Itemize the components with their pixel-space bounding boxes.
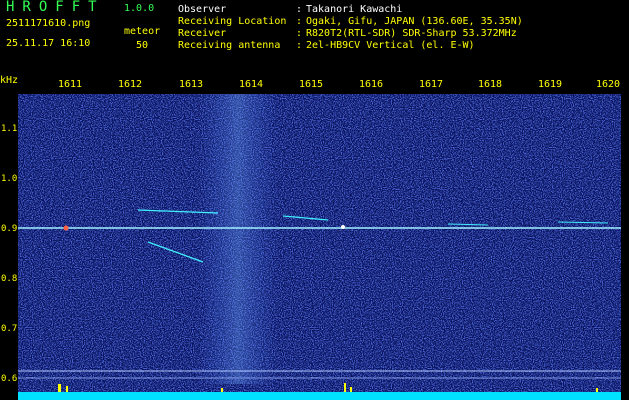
y-tick-label: 0.8	[1, 274, 18, 284]
x-tick-label: 1618	[477, 79, 503, 90]
right-border	[621, 94, 629, 400]
activity-spike	[221, 388, 223, 392]
y-tick-label: 0.9	[1, 224, 18, 234]
x-tick-label: 1617	[418, 79, 444, 90]
file-name: 2511171610.png	[6, 18, 91, 29]
spectrogram-noise	[18, 94, 621, 400]
y-tick-label: 1.1	[1, 124, 18, 134]
meteor-echo	[341, 225, 345, 229]
x-tick-label: 1615	[298, 79, 324, 90]
location-value: Ogaki, Gifu, JAPAN (136.60E, 35.35N)	[306, 16, 523, 27]
y-tick-label: 0.6	[1, 374, 18, 384]
app-title: HROFFT	[6, 0, 105, 15]
x-tick-label: 1619	[537, 79, 563, 90]
receiver-label: Receiver	[178, 28, 227, 39]
activity-spike	[596, 388, 598, 392]
observer-label: Observer	[178, 4, 227, 15]
app-version: 1.0.0	[124, 3, 155, 14]
y-tick-label: 1.0	[1, 174, 18, 184]
meteor-count: 50	[136, 40, 149, 51]
activity-spike	[66, 386, 68, 392]
observer-sep: :	[296, 4, 303, 15]
activity-baseline	[18, 392, 621, 400]
x-tick-label: 1616	[358, 79, 384, 90]
antenna-value: 2el-HB9CV Vertical (el. E-W)	[306, 40, 475, 51]
receiver-value: R820T2(RTL-SDR) SDR-Sharp 53.372MHz	[306, 28, 517, 39]
meteor-echo	[63, 225, 69, 231]
bright-noise-band	[198, 94, 278, 384]
antenna-label: Receiving antenna	[178, 40, 281, 51]
location-label: Receiving Location	[178, 16, 287, 27]
x-tick-label: 1611	[57, 79, 83, 90]
receiver-sep: :	[296, 28, 303, 39]
activity-spike	[58, 384, 61, 392]
x-tick-label: 1613	[178, 79, 204, 90]
activity-spike	[344, 383, 346, 392]
observer-value: Takanori Kawachi	[306, 4, 403, 15]
hrofft-window: HROFFT 1.0.0 2511171610.png 25.11.17 16:…	[0, 0, 629, 400]
date-time: 25.11.17 16:10	[6, 38, 91, 49]
activity-spike	[350, 387, 352, 392]
x-tick-label: 1614	[238, 79, 264, 90]
x-tick-label: 1620	[595, 79, 621, 90]
x-tick-label: 1612	[117, 79, 143, 90]
y-tick-label: 0.7	[1, 324, 18, 334]
meteor-label: meteor	[124, 26, 161, 37]
spectrogram	[18, 94, 621, 400]
frequency-axis: 1611 1612 1613 1614 1615 1616 1617 1618 …	[18, 79, 621, 93]
y-axis-unit: kHz	[0, 75, 19, 86]
location-sep: :	[296, 16, 303, 27]
antenna-sep: :	[296, 40, 303, 51]
